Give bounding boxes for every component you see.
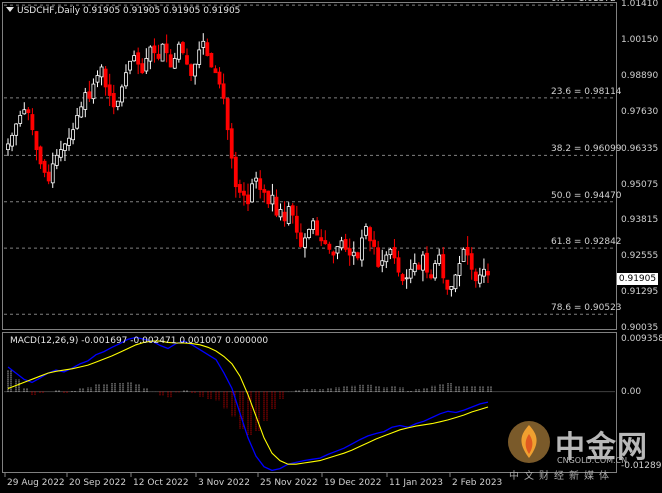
watermark-tagline: 中文财经新媒体 xyxy=(509,471,614,482)
date-axis-label: 12 Oct 2022 xyxy=(133,478,189,488)
price-axis-label: 0.95075 xyxy=(621,179,659,190)
fib-level-label: 50.0 = 0.94470 xyxy=(551,190,622,201)
current-price-tag: 0.91905 xyxy=(617,273,658,285)
macd-axis-label: 0.00 xyxy=(621,386,642,397)
date-axis-label: 25 Nov 2022 xyxy=(260,478,318,488)
chart-title: USDCHF,Daily 0.91905 0.91905 0.91905 0.9… xyxy=(6,6,240,17)
price-axis-label: 0.91295 xyxy=(621,287,659,298)
fib-level-label: 23.6 = 0.98114 xyxy=(551,86,622,97)
cngold-logo-icon xyxy=(508,421,550,463)
date-axis-label: 20 Sep 2022 xyxy=(69,478,127,488)
price-axis-label: 0.90035 xyxy=(621,323,659,334)
fib-level-label: 78.6 = 0.90523 xyxy=(551,303,622,314)
dropdown-arrow-icon[interactable] xyxy=(6,7,14,12)
date-axis-label: 19 Dec 2022 xyxy=(324,478,382,488)
fib-level-label: 61.8 = 0.92842 xyxy=(551,237,622,248)
fib-level-label: 0.0 = 1.01372 xyxy=(551,0,616,4)
price-axis-label: 1.00150 xyxy=(621,34,659,45)
macd-axis-label: 0.009358 xyxy=(621,334,662,344)
chart-title-text: USDCHF,Daily 0.91905 0.91905 0.91905 0.9… xyxy=(17,6,241,16)
watermark: 中金网 CNGOLD.COM.CN 中文财经新媒体 xyxy=(505,418,655,482)
date-axis-label: 3 Nov 2022 xyxy=(198,478,250,488)
price-pane[interactable] xyxy=(2,2,617,330)
date-axis-label: 29 Aug 2022 xyxy=(7,478,65,488)
watermark-url: CNGOLD.COM.CN xyxy=(557,456,628,465)
date-axis-label: 11 Jan 2023 xyxy=(389,478,443,488)
price-axis-label: 0.93815 xyxy=(621,215,659,226)
price-axis-label: 0.97630 xyxy=(621,106,659,117)
price-axis-label: 0.98890 xyxy=(621,70,659,81)
price-axis-label: 0.92555 xyxy=(621,251,659,262)
price-axis-label: 1.01410 xyxy=(621,0,659,9)
macd-title: MACD(12,26,9) -0.001697 -0.002471 0.0010… xyxy=(10,336,269,346)
price-axis-label: 0.96335 xyxy=(621,143,659,154)
fib-level-label: 38.2 = 0.96099 xyxy=(551,144,622,155)
date-axis-label: 2 Feb 2023 xyxy=(452,478,503,488)
chart-window[interactable]: USDCHF,Daily 0.91905 0.91905 0.91905 0.9… xyxy=(0,0,662,493)
